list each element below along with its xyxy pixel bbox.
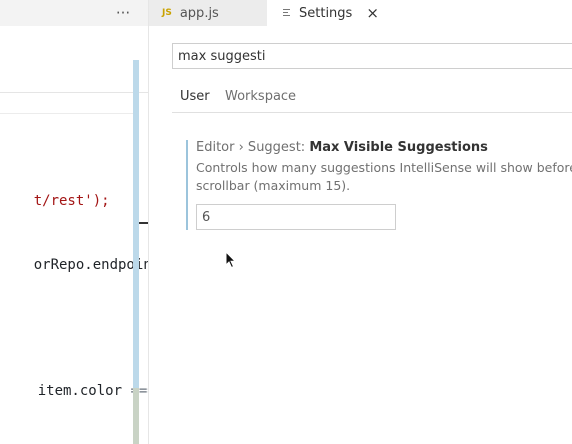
settings-editor: max suggesti User Workspace Editor › Sug… xyxy=(149,26,572,444)
code-editor-pane[interactable]: ··· t/rest'); orRepo.endpoint.me item.co… xyxy=(0,0,148,444)
code-line-text: orRepo.endpoint.me xyxy=(33,257,148,273)
more-actions-button[interactable]: ··· xyxy=(110,0,136,26)
setting-title: Editor › Suggest: Max Visible Suggestion… xyxy=(196,140,488,155)
settings-scope-tabs: User Workspace xyxy=(172,82,572,113)
editor-divider xyxy=(0,113,134,114)
tab-app-js[interactable]: JS app.js xyxy=(149,0,267,26)
tab-workspace-settings[interactable]: Workspace xyxy=(225,82,296,111)
code-line-text: item.color xyxy=(37,383,131,399)
editor-scrollbar[interactable] xyxy=(133,60,139,444)
code-line-3[interactable]: item.color === 'c xyxy=(4,367,148,415)
search-input-value: max suggesti xyxy=(178,48,266,64)
setting-description: Controls how many suggestions IntelliSen… xyxy=(196,159,572,195)
tab-user-settings[interactable]: User xyxy=(180,82,210,111)
code-line-2[interactable]: orRepo.endpoint.me xyxy=(0,241,148,289)
setting-description-line: scrollbar (maximum 15). xyxy=(196,178,351,193)
code-line-1[interactable]: t/rest'); xyxy=(0,177,110,225)
tab-label: app.js xyxy=(179,5,219,21)
setting-name: Max Visible Suggestions xyxy=(309,140,488,155)
setting-value: 6 xyxy=(202,209,211,225)
tab-bar: JS app.js Settings × xyxy=(149,0,572,26)
setting-max-visible-suggestions: Editor › Suggest: Max Visible Suggestion… xyxy=(186,140,572,230)
mouse-pointer-icon xyxy=(225,251,237,269)
settings-search-input[interactable]: max suggesti xyxy=(172,43,572,69)
setting-value-input[interactable]: 6 xyxy=(196,204,396,230)
settings-document-icon xyxy=(283,8,291,18)
scrollbar-thumb[interactable] xyxy=(133,388,139,444)
close-icon[interactable]: × xyxy=(366,4,379,22)
code-line-text: t/rest'); xyxy=(33,193,110,209)
setting-description-line: Controls how many suggestions IntelliSen… xyxy=(196,160,572,175)
javascript-file-icon: JS xyxy=(162,8,172,18)
tab-settings[interactable]: Settings × xyxy=(267,0,572,26)
tab-label: Settings xyxy=(299,5,353,21)
editor-divider xyxy=(0,92,148,93)
editor-breadcrumb xyxy=(0,26,148,92)
setting-category: Editor › Suggest: xyxy=(196,140,310,155)
